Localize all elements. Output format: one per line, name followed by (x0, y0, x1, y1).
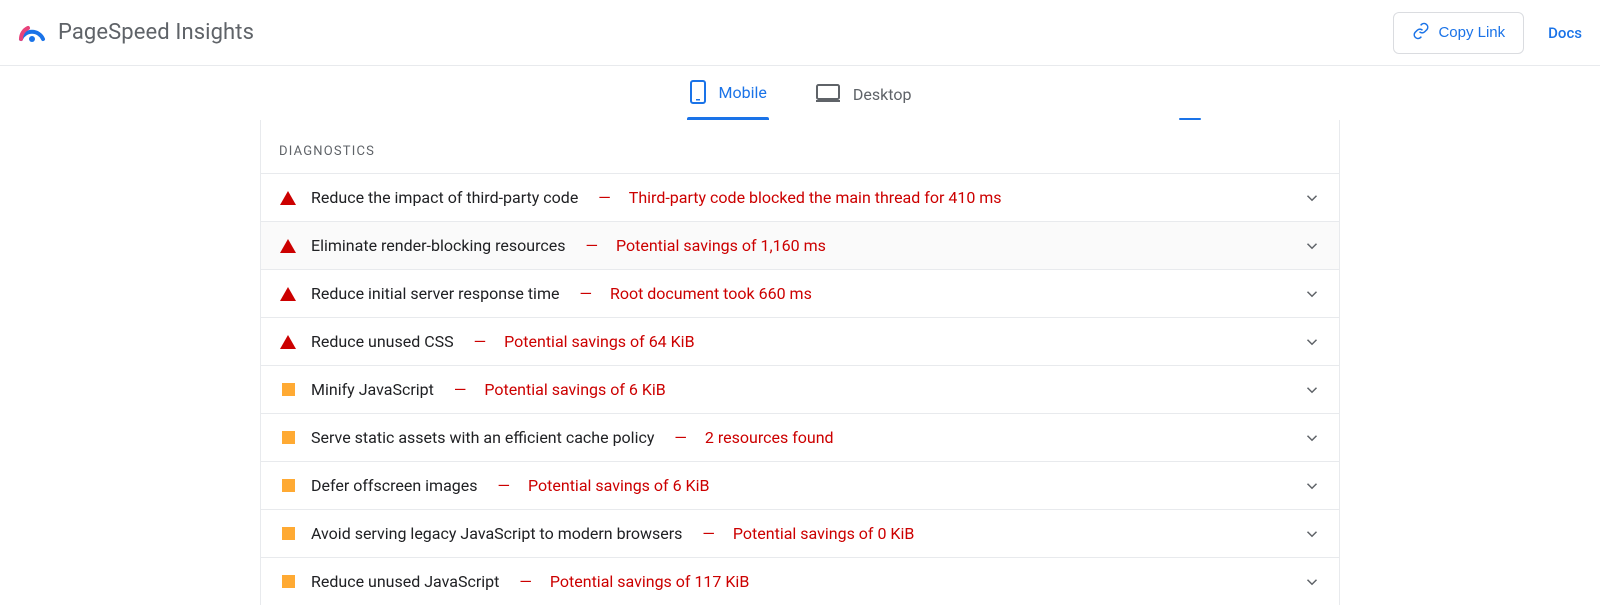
diagnostic-row[interactable]: Defer offscreen images — Potential savings… (261, 461, 1339, 509)
diagnostic-row[interactable]: Avoid serving legacy JavaScript to moder… (261, 509, 1339, 557)
separator-dash: — (579, 284, 592, 303)
diagnostic-row[interactable]: Serve static assets with an efficient ca… (261, 413, 1339, 461)
tab-mobile[interactable]: Mobile (689, 79, 767, 119)
pagespeed-logo-icon (18, 19, 46, 47)
tab-mobile-label: Mobile (719, 83, 767, 102)
separator-dash: — (702, 524, 715, 543)
page-title: PageSpeed Insights (58, 20, 254, 45)
diagnostic-detail: Root document took 660 ms (610, 284, 812, 303)
diagnostic-title: Avoid serving legacy JavaScript to moder… (311, 524, 682, 543)
diagnostic-title: Reduce initial server response time (311, 284, 559, 303)
diagnostic-detail: Potential savings of 0 KiB (733, 524, 914, 543)
chevron-down-icon (1303, 285, 1321, 303)
desktop-icon (815, 83, 841, 105)
square-warn-icon (279, 527, 297, 540)
top-actions: Copy Link Docs (1393, 12, 1582, 54)
chevron-down-icon (1303, 189, 1321, 207)
tab-desktop-label: Desktop (853, 85, 912, 104)
diagnostic-title: Minify JavaScript (311, 380, 434, 399)
separator-line-icon (1179, 118, 1201, 120)
diagnostic-detail: Potential savings of 6 KiB (528, 476, 709, 495)
diagnostics-panel: DIAGNOSTICS Reduce the impact of third-p… (260, 120, 1340, 605)
diagnostic-detail: Potential savings of 64 KiB (504, 332, 694, 351)
diagnostic-title: Serve static assets with an efficient ca… (311, 428, 654, 447)
device-tabs: Mobile Desktop (0, 66, 1600, 120)
separator-dash: — (519, 572, 532, 591)
square-warn-icon (279, 575, 297, 588)
diagnostic-detail: Potential savings of 117 KiB (550, 572, 749, 591)
separator-dash: — (454, 380, 467, 399)
triangle-fail-icon (279, 335, 297, 349)
diagnostic-row[interactable]: Reduce unused JavaScript — Potential savin… (261, 557, 1339, 605)
triangle-fail-icon (279, 239, 297, 253)
chevron-down-icon (1303, 573, 1321, 591)
separator-dash: — (498, 476, 511, 495)
square-warn-icon (279, 479, 297, 492)
square-warn-icon (279, 383, 297, 396)
chevron-down-icon (1303, 477, 1321, 495)
separator-dash: — (585, 236, 598, 255)
separator-dash: — (674, 428, 687, 447)
square-warn-icon (279, 431, 297, 444)
diagnostic-detail: Potential savings of 1,160 ms (616, 236, 826, 255)
section-heading: DIAGNOSTICS (261, 120, 1339, 173)
mobile-icon (689, 79, 707, 105)
triangle-fail-icon (279, 191, 297, 205)
copy-link-button[interactable]: Copy Link (1393, 12, 1524, 54)
diagnostic-title: Reduce unused CSS (311, 332, 454, 351)
chevron-down-icon (1303, 333, 1321, 351)
diagnostic-title: Eliminate render-blocking resources (311, 236, 565, 255)
diagnostic-detail: 2 resources found (705, 428, 834, 447)
diagnostic-title: Reduce the impact of third-party code (311, 188, 578, 207)
diagnostic-row[interactable]: Eliminate render-blocking resources — Pote… (261, 221, 1339, 269)
chevron-down-icon (1303, 381, 1321, 399)
copy-link-label: Copy Link (1438, 24, 1505, 41)
diagnostic-detail: Third-party code blocked the main thread… (629, 188, 1002, 207)
docs-link[interactable]: Docs (1548, 24, 1582, 42)
diagnostic-title: Reduce unused JavaScript (311, 572, 499, 591)
separator-dash: — (598, 188, 611, 207)
separator-dash: — (474, 332, 487, 351)
diagnostic-row[interactable]: Reduce initial server response time — Root… (261, 269, 1339, 317)
tab-desktop[interactable]: Desktop (815, 83, 912, 119)
diagnostic-row[interactable]: Reduce unused CSS — Potential savings of 6… (261, 317, 1339, 365)
diagnostic-row[interactable]: Minify JavaScript — Potential savings of 6… (261, 365, 1339, 413)
triangle-fail-icon (279, 287, 297, 301)
top-bar: PageSpeed Insights Copy Link Docs (0, 0, 1600, 66)
chevron-down-icon (1303, 525, 1321, 543)
chevron-down-icon (1303, 429, 1321, 447)
diagnostic-row[interactable]: Reduce the impact of third-party code — Th… (261, 173, 1339, 221)
brand[interactable]: PageSpeed Insights (18, 19, 254, 47)
diagnostic-title: Defer offscreen images (311, 476, 478, 495)
chevron-down-icon (1303, 237, 1321, 255)
content: DIAGNOSTICS Reduce the impact of third-p… (0, 120, 1600, 605)
link-icon (1412, 22, 1430, 44)
diagnostic-detail: Potential savings of 6 KiB (484, 380, 665, 399)
